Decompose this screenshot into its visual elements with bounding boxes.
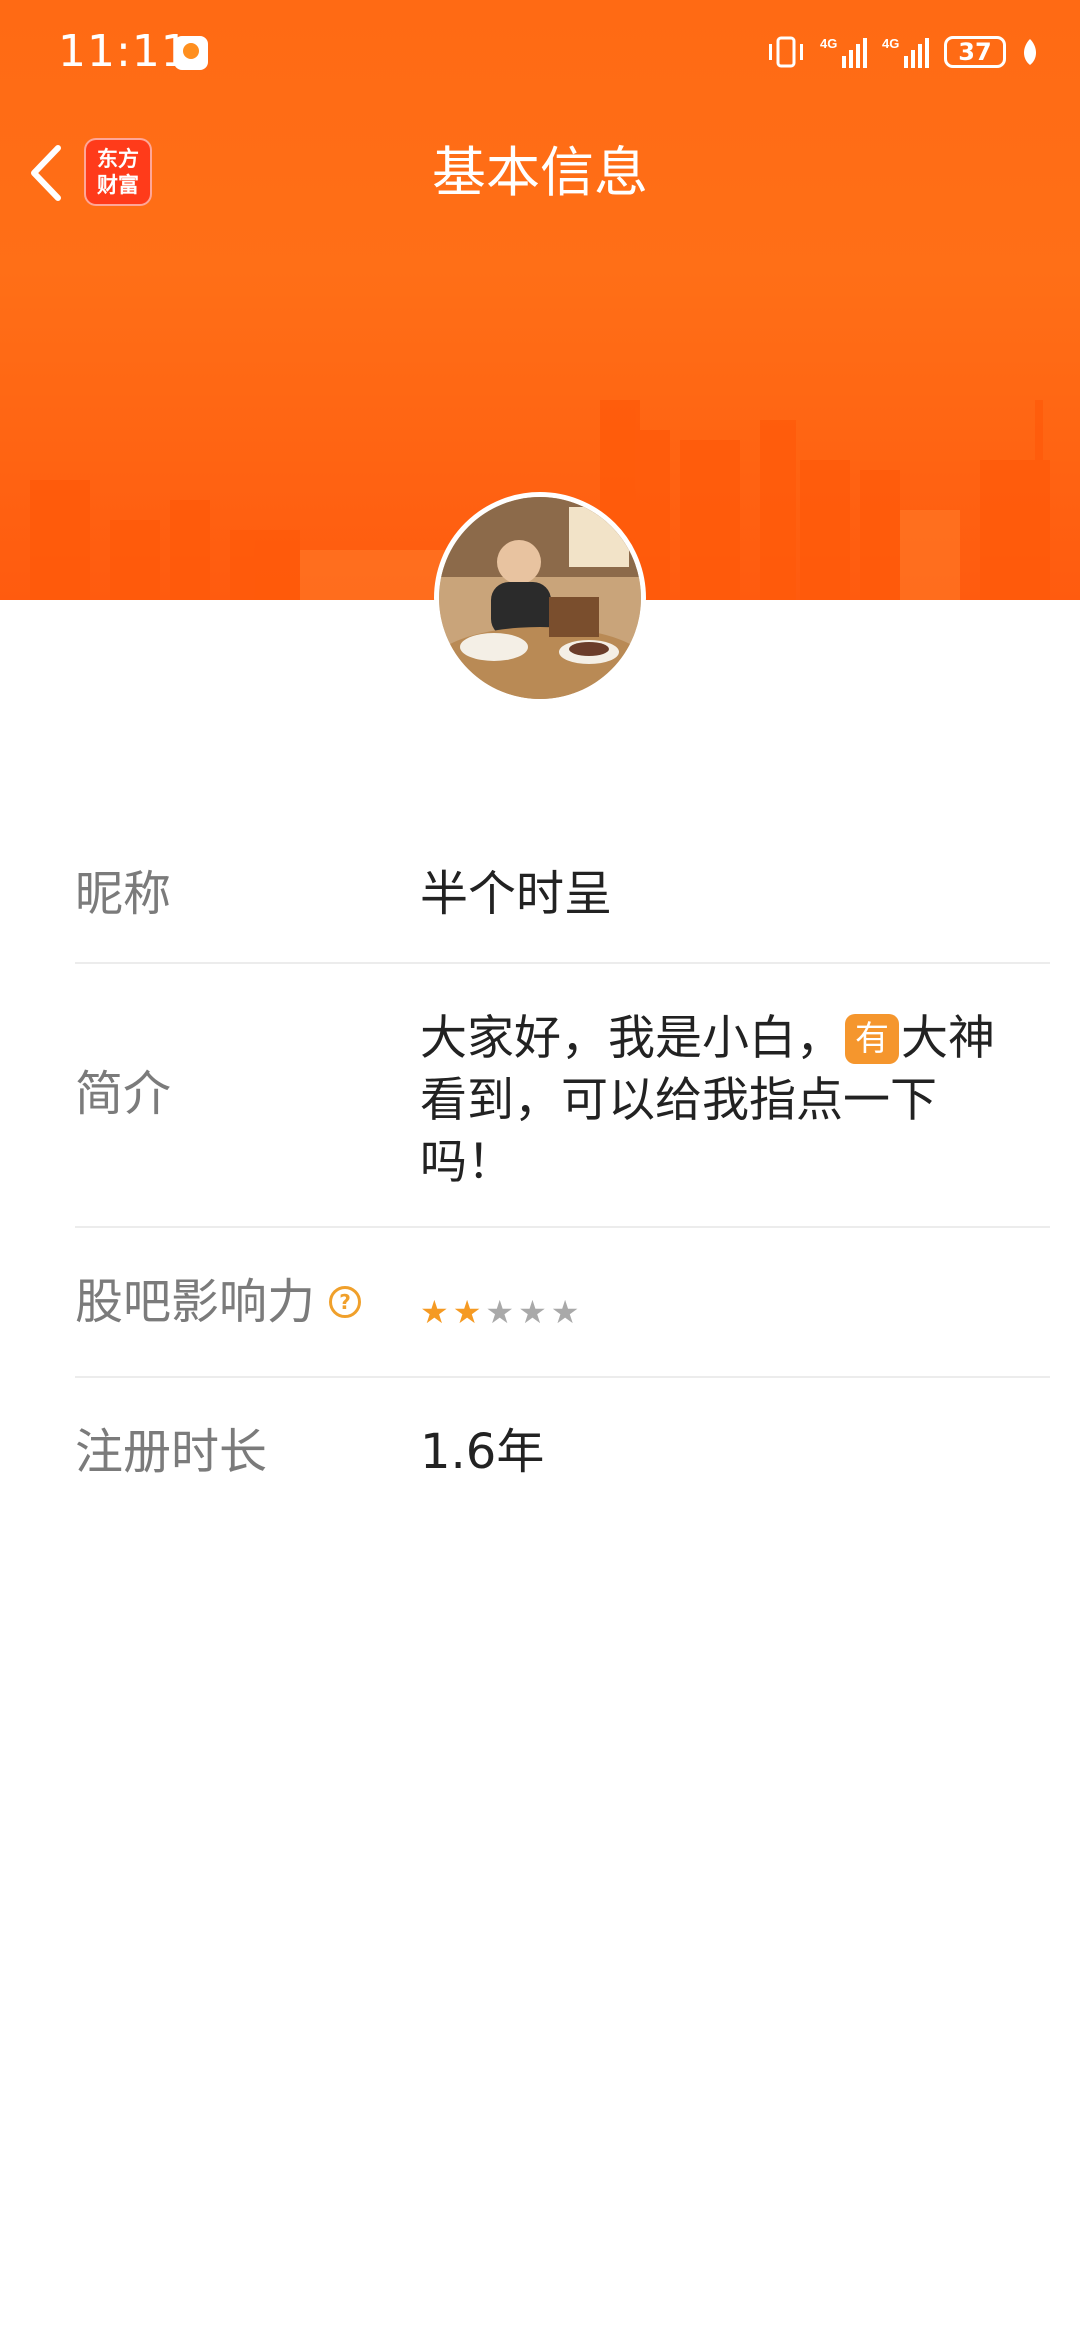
register-duration-label: 注册时长 [75,1424,268,1480]
app-notification-icon [174,36,208,70]
intro-text-part1: 大家好，我是小白， [420,1011,843,1066]
battery-icon: 37 [944,36,1006,68]
avatar-photo [439,497,641,699]
register-duration-value: 1.6年 [420,1424,545,1480]
svg-text:4G: 4G [820,36,837,51]
svg-text:4G: 4G [882,36,899,51]
you-tag-badge: 有 [845,1014,899,1064]
vibrate-icon [769,36,803,68]
status-bar: 11:11 4G 4G 37 [0,0,1080,110]
page: 11:11 4G 4G 37 东方 财富 基本信息 昵称 半个时呈 简介 大家好… [0,0,1080,2340]
intro-label: 简介 [75,1066,172,1122]
star-filled-icon: ★ [452,1293,482,1331]
help-icon[interactable]: ? [329,1286,362,1318]
signal-4g-icon-2: 4G [882,36,929,68]
avatar[interactable] [434,492,646,704]
status-icons: 4G 4G 37 [766,32,1040,72]
nickname-label: 昵称 [75,866,172,922]
influence-rating-stars: ★ ★ ★ ★ ★ [420,1282,579,1342]
page-title: 基本信息 [432,141,648,204]
nickname-value: 半个时呈 [420,866,613,922]
leaf-icon [1024,39,1036,65]
register-duration-row[interactable]: 注册时长 1.6年 [75,1378,1050,1508]
star-empty-icon: ★ [485,1293,515,1331]
star-filled-icon: ★ [420,1293,449,1331]
battery-level: 37 [958,38,992,66]
influence-row[interactable]: 股吧影响力 ? ★ ★ ★ ★ ★ [75,1228,1050,1378]
star-empty-icon: ★ [550,1293,580,1331]
intro-row[interactable]: 简介 大家好，我是小白，有大神看到，可以给我指点一下吗！ [75,964,1050,1228]
influence-label-group: 股吧影响力 ? [75,1272,362,1332]
influence-label: 股吧影响力 [75,1274,316,1330]
star-empty-icon: ★ [518,1293,547,1331]
intro-value: 大家好，我是小白，有大神看到，可以给我指点一下吗！ [420,1008,1010,1194]
signal-4g-icon: 4G [820,36,867,68]
status-time: 11:11 [58,26,190,77]
nickname-row[interactable]: 昵称 半个时呈 [75,840,1050,964]
